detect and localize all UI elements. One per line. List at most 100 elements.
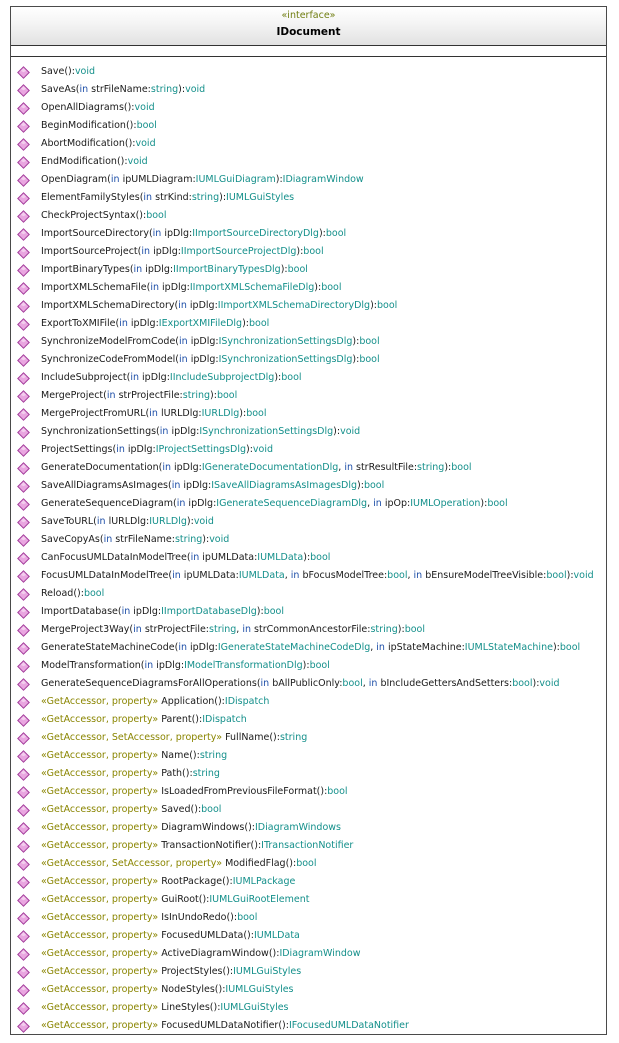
signature-part: ipUMLDiagram: [119,174,196,185]
operation-signature: ImportDatabase(in ipDlg:IImportDatabaseD… [41,606,284,618]
operation-row[interactable]: ImportDatabase(in ipDlg:IImportDatabaseD… [17,603,606,621]
signature-part: string [279,732,308,743]
operation-row[interactable]: SynchronizationSettings(in ipDlg:ISynchr… [17,423,606,441]
operation-row[interactable]: MergeProjectFromURL(in lURLDlg:IURLDlg):… [17,405,606,423]
public-operation-icon [17,893,30,907]
operation-signature: ImportSourceDirectory(in ipDlg:IImportSo… [41,228,346,240]
operation-row[interactable]: EndModification():void [17,153,606,171]
operation-row[interactable]: FocusUMLDataInModelTree(in ipUMLData:IUM… [17,567,606,585]
public-operation-icon [17,659,30,673]
operation-row[interactable]: «GetAccessor, property» GuiRoot():IUMLGu… [17,891,606,909]
operation-row[interactable]: Save():void [17,63,606,81]
public-operation-icon [17,641,30,655]
operation-row[interactable]: Reload():bool [17,585,606,603]
signature-part: IncludeSubproject( [41,372,131,383]
signature-part: ipDlg: [186,642,218,653]
signature-part: ImportDatabase( [41,606,122,617]
signature-part: ipDlg: [180,480,212,491]
operation-row[interactable]: ExportToXMIFile(in ipDlg:IExportXMIFileD… [17,315,606,333]
operation-row[interactable]: SaveCopyAs(in strFileName:string):void [17,531,606,549]
operation-row[interactable]: SynchronizeCodeFromModel(in ipDlg:ISynch… [17,351,606,369]
operation-row[interactable]: AbortModification():void [17,135,606,153]
operation-signature: «GetAccessor, property» TransactionNotif… [41,840,353,852]
operation-signature: EndModification():void [41,156,148,168]
operation-row[interactable]: «GetAccessor, property» IsInUndoRedo():b… [17,909,606,927]
operation-row[interactable]: «GetAccessor, property» ActiveDiagramWin… [17,945,606,963]
operation-row[interactable]: ElementFamilyStyles(in strKind:string):I… [17,189,606,207]
operation-row[interactable]: «GetAccessor, SetAccessor, property» Mod… [17,855,606,873]
operation-row[interactable]: GenerateSequenceDiagram(in ipDlg:IGenera… [17,495,606,513]
operation-row[interactable]: «GetAccessor, property» Parent():IDispat… [17,711,606,729]
signature-part: IDispatch [202,714,247,725]
signature-part: ): [242,318,249,329]
signature-part: bool [248,318,270,329]
operation-row[interactable]: «GetAccessor, SetAccessor, property» Ful… [17,729,606,747]
operation-row[interactable]: «GetAccessor, property» Path():string [17,765,606,783]
signature-part: Parent(): [158,714,203,725]
operation-row[interactable]: GenerateDocumentation(in ipDlg:IGenerate… [17,459,606,477]
operation-row[interactable]: GenerateStateMachineCode(in ipDlg:IGener… [17,639,606,657]
operation-row[interactable]: ModelTransformation(in ipDlg:IModelTrans… [17,657,606,675]
operation-row[interactable]: BeginModification():bool [17,117,606,135]
signature-part: strResultFile: [352,462,418,473]
operation-row[interactable]: «GetAccessor, property» Application():ID… [17,693,606,711]
operation-row[interactable]: CanFocusUMLDataInModelTree(in ipUMLData:… [17,549,606,567]
signature-part: strFileName: [112,534,175,545]
operation-row[interactable]: SaveToURL(in lURLDlg:IURLDlg):void [17,513,606,531]
operation-row[interactable]: SaveAs(in strFileName:string):void [17,81,606,99]
operation-row[interactable]: «GetAccessor, property» Saved():bool [17,801,606,819]
operation-signature: MergeProjectFromURL(in lURLDlg:IURLDlg):… [41,408,266,420]
public-operation-icon [17,695,30,709]
signature-part: ImportSourceDirectory( [41,228,153,239]
operation-row[interactable]: MergeProject(in strProjectFile:string):b… [17,387,606,405]
operation-row[interactable]: ProjectSettings(in ipDlg:IProjectSetting… [17,441,606,459]
operation-row[interactable]: «GetAccessor, property» IsLoadedFromPrev… [17,783,606,801]
public-operation-icon [17,785,30,799]
signature-part: ipDlg: [185,498,217,509]
signature-part: «GetAccessor, property» [41,1020,159,1031]
signature-part: bool [546,570,567,581]
operation-row[interactable]: OpenDiagram(in ipUMLDiagram:IUMLGuiDiagr… [17,171,606,189]
operation-row[interactable]: GenerateSequenceDiagramsForAllOperations… [17,675,606,693]
operation-row[interactable]: OpenAllDiagrams():void [17,99,606,117]
operation-row[interactable]: «GetAccessor, property» TransactionNotif… [17,837,606,855]
operation-row[interactable]: ImportSourceProject(in ipDlg:IImportSour… [17,243,606,261]
public-operation-icon [17,263,30,277]
signature-part: bool [359,354,380,365]
signature-part: FullName(): [222,732,280,743]
signature-part: Path(): [158,768,193,779]
class-box-idocument[interactable]: «interface» IDocument Save():void SaveAs(… [10,6,607,1035]
public-operation-icon [17,767,30,781]
operation-signature: «GetAccessor, property» Application():ID… [41,696,269,708]
operation-row[interactable]: «GetAccessor, property» FocusedUMLData()… [17,927,606,945]
public-operation-icon [17,425,30,439]
operation-signature: OpenDiagram(in ipUMLDiagram:IUMLGuiDiagr… [41,174,364,186]
operation-row[interactable]: SaveAllDiagramsAsImages(in ipDlg:ISaveAl… [17,477,606,495]
operation-row[interactable]: ImportSourceDirectory(in ipDlg:IImportSo… [17,225,606,243]
operation-row[interactable]: «GetAccessor, property» FocusedUMLDataNo… [17,1017,606,1035]
operation-signature: Reload():bool [41,588,104,600]
operation-row[interactable]: SynchronizeModelFromCode(in ipDlg:ISynch… [17,333,606,351]
signature-part: bool [281,372,302,383]
operation-row[interactable]: MergeProject3Way(in strProjectFile:strin… [17,621,606,639]
operation-row[interactable]: CheckProjectSyntax():bool [17,207,606,225]
operation-signature: SaveAs(in strFileName:string):void [41,84,205,96]
operation-signature: «GetAccessor, property» ActiveDiagramWin… [41,948,360,960]
public-operation-icon [17,65,30,79]
operation-row[interactable]: «GetAccessor, property» LineStyles():IUM… [17,999,606,1017]
operation-signature: GenerateDocumentation(in ipDlg:IGenerate… [41,462,472,474]
operation-row[interactable]: IncludeSubproject(in ipDlg:IIncludeSubpr… [17,369,606,387]
signature-part: ipDlg: [124,444,156,455]
signature-part: bool [237,912,258,923]
operation-row[interactable]: «GetAccessor, property» RootPackage():IU… [17,873,606,891]
operation-row[interactable]: «GetAccessor, property» ProjectStyles():… [17,963,606,981]
operation-row[interactable]: «GetAccessor, property» Name():string [17,747,606,765]
signature-part: strProjectFile: [141,624,210,635]
signature-part: string [199,750,228,761]
operation-row[interactable]: «GetAccessor, property» NodeStyles():IUM… [17,981,606,999]
operation-row[interactable]: ImportBinaryTypes(in ipDlg:IImportBinary… [17,261,606,279]
signature-part: GenerateDocumentation( [41,462,163,473]
operation-row[interactable]: «GetAccessor, property» DiagramWindows()… [17,819,606,837]
operation-row[interactable]: ImportXMLSchemaDirectory(in ipDlg:IImpor… [17,297,606,315]
operation-row[interactable]: ImportXMLSchemaFile(in ipDlg:IImportXMLS… [17,279,606,297]
